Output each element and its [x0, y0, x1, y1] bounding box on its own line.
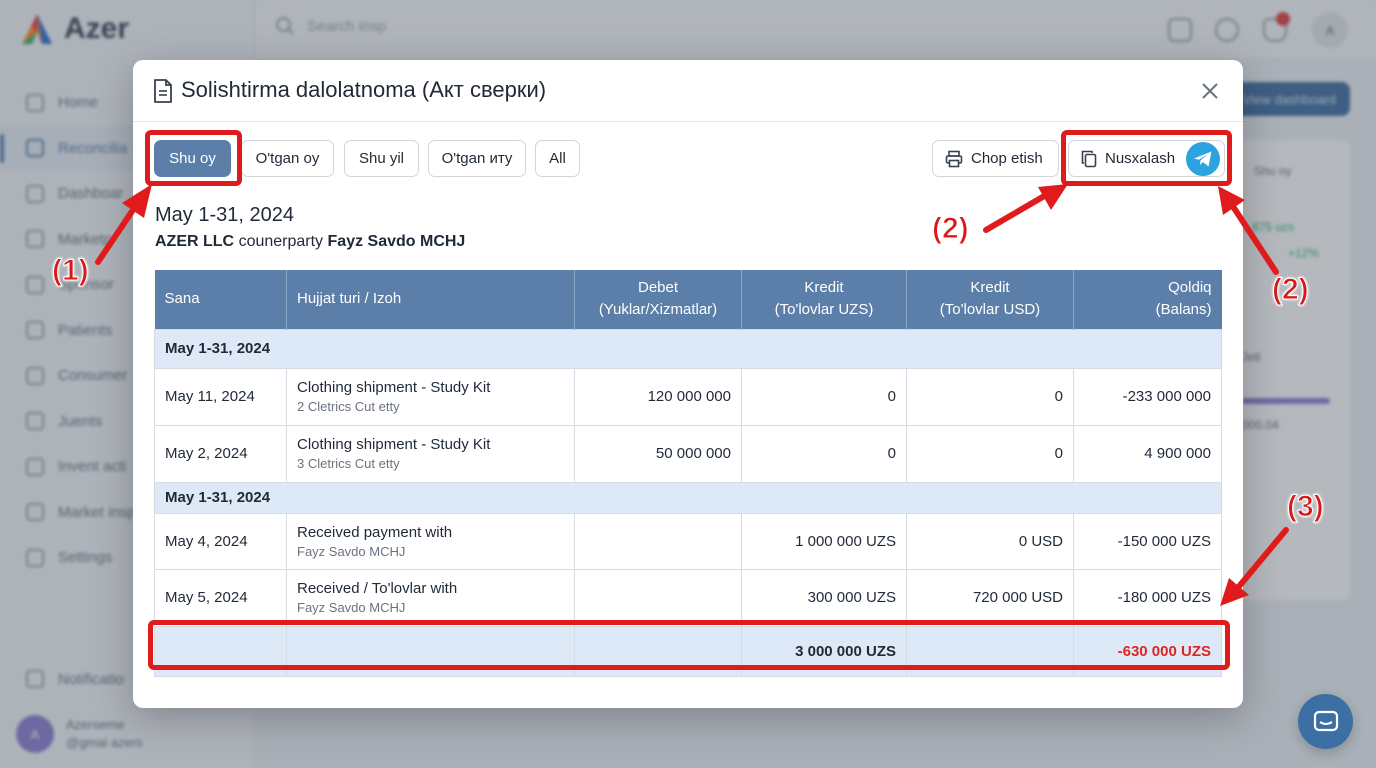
cell-debet: 50 000 000 [574, 424, 742, 483]
print-button[interactable]: Chop etish [932, 140, 1059, 177]
header-label: Debet [637, 279, 679, 297]
company-name: AZER LLC [155, 233, 235, 250]
cell-kredit-usd: 0 USD [906, 512, 1074, 570]
table-row[interactable]: May 11, 2024 Clothing shipment - Study K… [154, 367, 1222, 426]
close-button[interactable] [1197, 78, 1223, 104]
counterparty-name: Fayz Savdo MCHJ [327, 233, 466, 250]
cell-kredit-uzs: 1 000 000 UZS [741, 512, 907, 570]
cell-kredit-uzs: 300 000 UZS [741, 568, 907, 627]
doc-title: Received payment with [297, 523, 453, 541]
print-label: Chop etish [971, 150, 1043, 167]
annotation-label-1: (1) [52, 254, 90, 288]
annotation-label-2a: (2) [932, 212, 970, 246]
header-sublabel: (To'lovlar UZS) [774, 301, 874, 319]
header-date[interactable]: Sana [154, 270, 287, 329]
table-row[interactable]: May 4, 2024 Received payment with Fayz Sa… [154, 512, 1222, 570]
cell-document: Clothing shipment - Study Kit 2 Cletrics … [286, 367, 575, 426]
group-row: May 1-31, 2024 [154, 481, 1222, 514]
cell-date: May 5, 2024 [154, 568, 287, 627]
filter-all[interactable]: All [535, 140, 580, 177]
cell-kredit-usd: 0 [906, 424, 1074, 483]
cell-debet [574, 512, 742, 570]
cell-kredit-usd: 720 000 USD [906, 568, 1074, 627]
cell-kredit-uzs: 0 [741, 367, 907, 426]
header-kredit-uzs[interactable]: Kredit (To'lovlar UZS) [741, 270, 907, 329]
header-label: Kredit [970, 279, 1010, 297]
annotation-box-filter [145, 130, 242, 186]
group-row: May 1-31, 2024 [154, 328, 1222, 369]
table-row[interactable]: May 5, 2024 Received / To'lovlar with Fay… [154, 568, 1222, 627]
doc-title: Clothing shipment - Study Kit [297, 379, 491, 396]
header-label: Hujjat turi / Izoh [297, 290, 402, 308]
filter-this-year[interactable]: Shu yil [344, 140, 419, 177]
parties-line: AZER LLC counerparty Fayz Savdo MCHJ [155, 233, 465, 251]
modal-header: Solishtirma dalolatnoma (Акт сверки) [133, 60, 1243, 122]
cell-balance: -180 000 UZS [1073, 568, 1222, 627]
header-sublabel: (To'lovlar USD) [939, 301, 1041, 319]
period-heading: May 1-31, 2024 [155, 204, 294, 226]
doc-note: Fayz Savdo MCHJ [297, 600, 406, 615]
cell-debet [574, 568, 742, 627]
table-header: Sana Hujjat turi / Izoh Debet (Yuklar/Xiz… [154, 270, 1222, 329]
printer-icon [945, 150, 963, 167]
header-debet[interactable]: Debet (Yuklar/Xizmatlar) [574, 270, 742, 329]
counterparty-word: counerparty [238, 233, 324, 250]
header-label: Kredit [804, 279, 844, 297]
modal-title: Solishtirma dalolatnoma (Акт сверки) [181, 77, 547, 102]
annotation-box-copy [1061, 130, 1232, 186]
annotation-label-3: (3) [1287, 490, 1325, 524]
header-sublabel: (Balans) [1155, 301, 1212, 319]
doc-note: 3 Cletrics Cut etty [297, 456, 400, 471]
header-label: Qoldiq [1168, 279, 1212, 297]
cell-kredit-uzs: 0 [741, 424, 907, 483]
cell-balance: -150 000 UZS [1073, 512, 1222, 570]
cell-debet: 120 000 000 [574, 367, 742, 426]
cell-date: May 4, 2024 [154, 512, 287, 570]
header-kredit-usd[interactable]: Kredit (To'lovlar USD) [906, 270, 1074, 329]
group-title: May 1-31, 2024 [154, 481, 1222, 514]
doc-title: Received / To'lovlar with [297, 580, 458, 597]
doc-note: Fayz Savdo MCHJ [297, 543, 406, 559]
filter-last-month[interactable]: O'tgan oy [241, 140, 334, 177]
document-icon [154, 79, 172, 103]
header-document[interactable]: Hujjat turi / Izoh [286, 270, 575, 329]
annotation-label-2b: (2) [1272, 273, 1310, 307]
annotation-box-total [148, 620, 1230, 670]
cell-document: Received payment with Fayz Savdo MCHJ [286, 512, 575, 570]
support-chat-button[interactable] [1298, 694, 1353, 749]
header-label: Sana [164, 290, 200, 308]
chat-bubble-icon [1313, 710, 1338, 731]
filter-last-year[interactable]: O'tgan иту [428, 140, 526, 177]
cell-date: May 2, 2024 [154, 424, 287, 483]
cell-balance: -233 000 000 [1073, 367, 1222, 426]
group-title: May 1-31, 2024 [154, 328, 1222, 369]
reconciliation-table: Sana Hujjat turi / Izoh Debet (Yuklar/Xiz… [154, 270, 1222, 677]
doc-title: Clothing shipment - Study Kit [297, 436, 491, 453]
cell-document: Received / To'lovlar with Fayz Savdo MCHJ [286, 568, 575, 627]
doc-note: 2 Cletrics Cut etty [297, 399, 400, 414]
cell-balance: 4 900 000 [1073, 424, 1222, 483]
cell-document: Clothing shipment - Study Kit 3 Cletrics … [286, 424, 575, 483]
close-icon [1202, 83, 1218, 99]
table-row[interactable]: May 2, 2024 Clothing shipment - Study Ki… [154, 424, 1222, 483]
header-sublabel: (Yuklar/Xizmatlar) [598, 301, 718, 319]
cell-kredit-usd: 0 [906, 367, 1074, 426]
cell-date: May 11, 2024 [154, 367, 287, 426]
header-balance[interactable]: Qoldiq (Balans) [1073, 270, 1222, 329]
